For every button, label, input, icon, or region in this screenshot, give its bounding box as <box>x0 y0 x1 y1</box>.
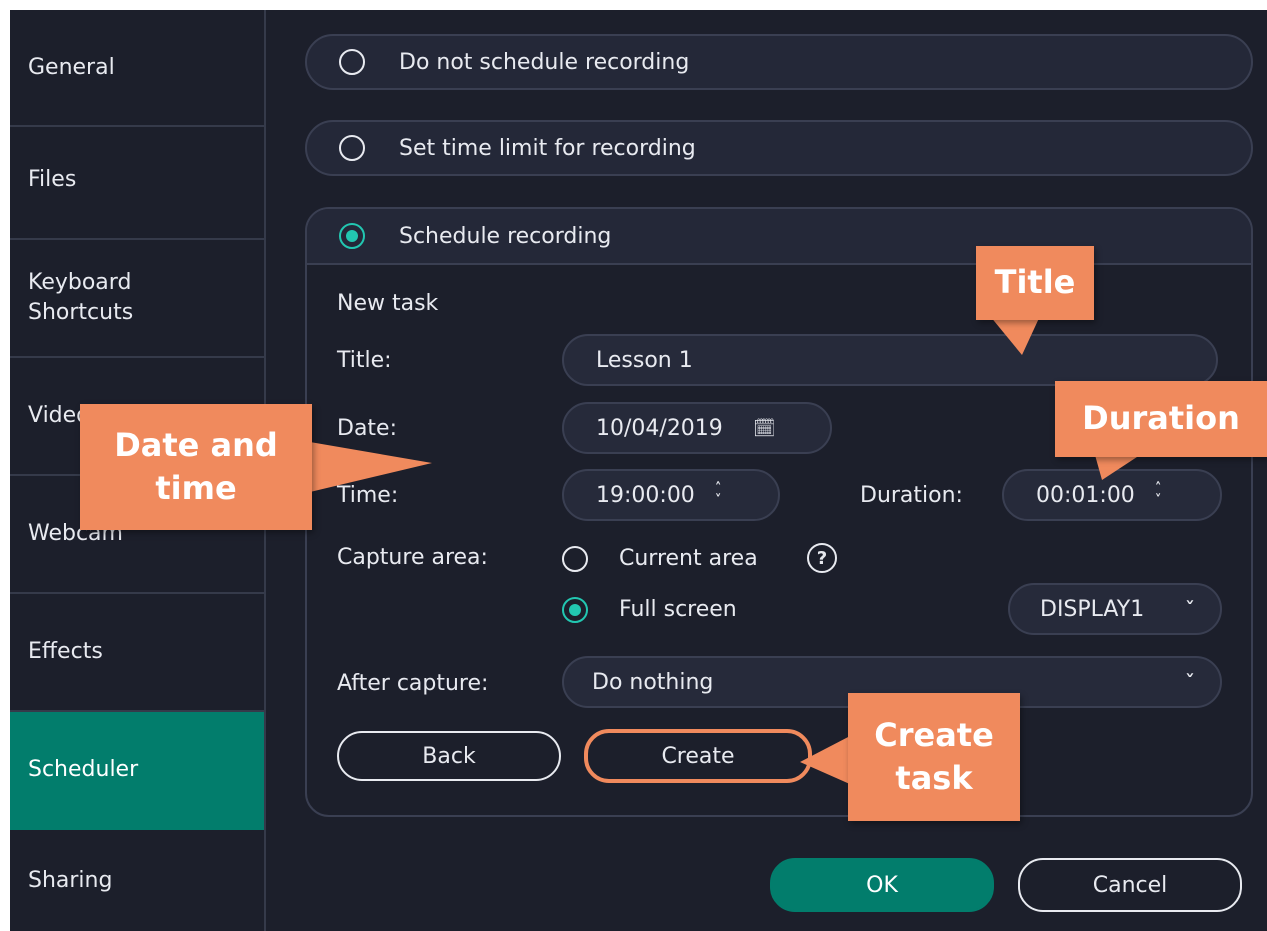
title-value: Lesson 1 <box>596 347 693 373</box>
new-task-heading: New task <box>337 291 439 316</box>
sidebar-item-files[interactable]: Files <box>10 121 264 240</box>
duration-input[interactable]: 00:01:00 ˄ ˅ <box>1002 469 1222 521</box>
date-input[interactable]: 10/04/2019 🗓 <box>562 402 832 454</box>
title-callout-text: Title <box>994 263 1076 302</box>
duration-callout-text: Duration <box>1082 399 1240 438</box>
chevron-down-icon: ˅ <box>1184 598 1196 617</box>
create-task-callout-line2: task <box>895 759 973 797</box>
duration-value: 00:01:00 <box>1036 482 1135 508</box>
sidebar-item-label: Keyboard Shortcuts <box>28 268 133 327</box>
ok-button[interactable]: OK <box>770 858 994 912</box>
radio-schedule-recording[interactable] <box>339 223 365 249</box>
title-label: Title: <box>337 348 392 373</box>
sidebar-item-keyboard-shortcuts[interactable]: Keyboard Shortcuts <box>10 240 264 358</box>
date-time-callout-line1: Date and <box>114 425 278 464</box>
title-callout: Title <box>976 246 1094 320</box>
option-time-limit[interactable]: Set time limit for recording <box>305 120 1253 176</box>
option-label: Set time limit for recording <box>399 135 696 161</box>
date-label: Date: <box>337 416 397 441</box>
date-value: 10/04/2019 <box>596 415 723 441</box>
back-button-label: Back <box>422 743 476 769</box>
option-do-not-schedule[interactable]: Do not schedule recording <box>305 34 1253 90</box>
option-schedule-recording[interactable]: Schedule recording <box>307 209 1251 265</box>
help-icon[interactable]: ? <box>807 543 837 573</box>
create-button[interactable]: Create <box>584 729 812 783</box>
sidebar-item-sharing[interactable]: Sharing <box>10 830 264 931</box>
current-area-label: Current area <box>619 546 758 571</box>
chevron-down-icon: ˅ <box>1184 671 1196 690</box>
sidebar-item-label-line2: Shortcuts <box>28 300 134 325</box>
time-value: 19:00:00 <box>596 482 695 508</box>
after-capture-value: Do nothing <box>592 669 714 695</box>
duration-callout: Duration <box>1055 381 1267 457</box>
display-value: DISPLAY1 <box>1040 596 1145 622</box>
sidebar-item-label: Scheduler <box>28 757 139 783</box>
sidebar-item-effects[interactable]: Effects <box>10 594 264 712</box>
time-input[interactable]: 19:00:00 ˄ ˅ <box>562 469 780 521</box>
back-button[interactable]: Back <box>337 731 561 781</box>
cancel-button-label: Cancel <box>1092 872 1168 898</box>
capture-area-label: Capture area: <box>337 545 488 570</box>
time-label: Time: <box>337 483 399 508</box>
date-time-callout-line2: time <box>155 469 237 507</box>
full-screen-label: Full screen <box>619 597 737 622</box>
date-time-callout: Date and time <box>80 404 312 530</box>
sidebar-item-label: General <box>28 54 115 80</box>
help-glyph: ? <box>816 547 828 569</box>
cancel-button[interactable]: Cancel <box>1018 858 1242 912</box>
sidebar-item-label-line1: Keyboard <box>28 270 132 296</box>
spinner-arrows-icon[interactable]: ˄ ˅ <box>715 482 722 507</box>
title-input[interactable]: Lesson 1 <box>562 334 1218 386</box>
create-task-callout-line1: Create <box>874 715 994 754</box>
settings-window: General Files Keyboard Shortcuts Video W… <box>10 10 1267 931</box>
schedule-panel: Schedule recording New task Title: Lesso… <box>305 207 1253 817</box>
radio-current-area[interactable] <box>562 546 588 572</box>
sidebar-item-label: Effects <box>28 639 103 665</box>
spinner-arrows-icon[interactable]: ˄ ˅ <box>1155 482 1162 507</box>
sidebar-item-label: Sharing <box>28 867 113 893</box>
create-task-callout: Create task <box>848 693 1020 821</box>
radio-time-limit[interactable] <box>339 135 365 161</box>
option-label: Do not schedule recording <box>399 49 690 75</box>
sidebar-item-scheduler[interactable]: Scheduler <box>10 712 264 830</box>
calendar-icon[interactable]: 🗓 <box>753 418 776 439</box>
radio-do-not-schedule[interactable] <box>339 49 365 75</box>
radio-full-screen[interactable] <box>562 597 588 623</box>
create-button-label: Create <box>661 743 735 769</box>
display-select[interactable]: DISPLAY1 ˅ <box>1008 583 1222 635</box>
option-label: Schedule recording <box>399 223 612 249</box>
sidebar-item-general[interactable]: General <box>10 10 264 127</box>
sidebar-item-label: Files <box>28 166 77 192</box>
duration-label: Duration: <box>860 483 963 508</box>
ok-button-label: OK <box>866 872 898 898</box>
after-capture-label: After capture: <box>337 671 489 696</box>
